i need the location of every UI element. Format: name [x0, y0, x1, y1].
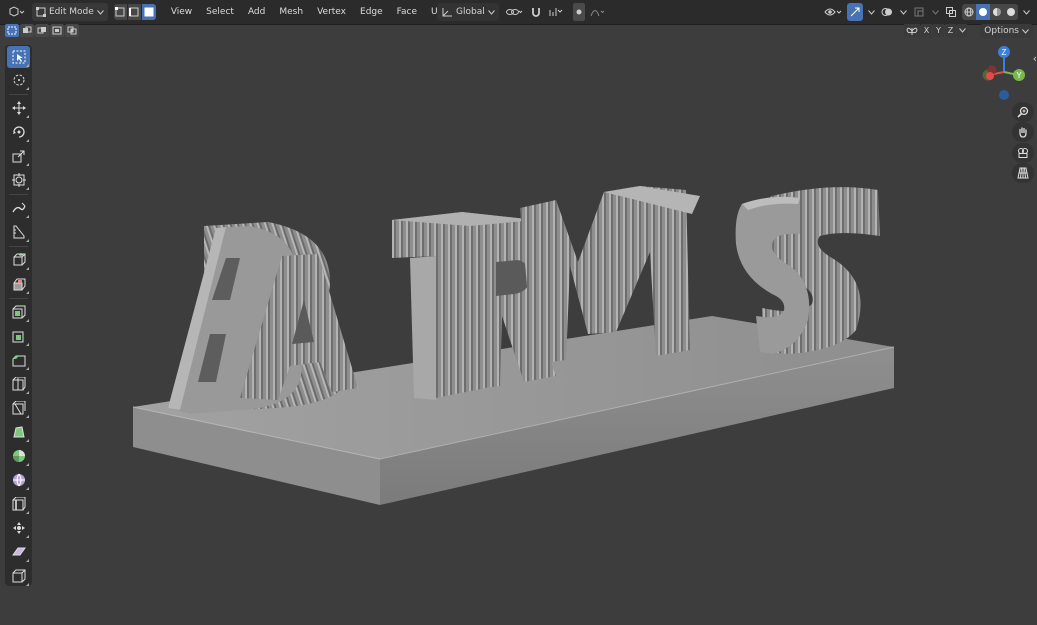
viewport-scene: [132, 186, 895, 505]
bevel-edge-icon: [12, 355, 25, 367]
edge-slide-tool[interactable]: [7, 493, 30, 515]
bevel-icon: [12, 331, 23, 343]
move-arrows-icon: [11, 101, 26, 115]
navigation-gizmo[interactable]: Z Y: [978, 44, 1034, 104]
ruler-icon: [13, 225, 24, 239]
gizmo-z-label: Z: [1002, 48, 1007, 57]
poly-build-tool[interactable]: [7, 421, 30, 443]
bevel-tool[interactable]: [7, 325, 30, 347]
hand-icon: [1019, 127, 1027, 138]
smooth-tool[interactable]: [7, 469, 30, 491]
pan-button[interactable]: [1012, 122, 1034, 142]
shrink-fatten-icon: [12, 522, 25, 534]
zoom-magnifier-icon: [1017, 106, 1029, 118]
gizmo-x-axis: [986, 72, 994, 80]
rotate-icon: [12, 126, 25, 138]
extrude-icon: [13, 278, 25, 291]
3d-cursor-icon: [13, 74, 24, 86]
rip-region-icon: [12, 569, 25, 583]
camera-view-button[interactable]: [1012, 143, 1034, 163]
spin-tool[interactable]: [7, 445, 30, 467]
transform-tool[interactable]: [7, 169, 30, 191]
cursor-select-icon: [12, 50, 25, 64]
shrink-fatten-tool[interactable]: [7, 517, 30, 539]
add-cube-tool[interactable]: [7, 249, 30, 271]
inset-faces-tool[interactable]: [7, 301, 30, 323]
tool-shelf: [5, 45, 32, 586]
measure-tool[interactable]: [7, 221, 30, 243]
move-tool[interactable]: [7, 97, 30, 119]
toolbar-separator: [9, 298, 28, 299]
scale-icon: [12, 150, 24, 163]
grid-icon: [1017, 167, 1029, 179]
annotate-tool[interactable]: [7, 197, 30, 219]
zoom-button[interactable]: [1012, 102, 1034, 122]
select-box-tool[interactable]: [7, 46, 30, 68]
knife-tool[interactable]: [7, 397, 30, 419]
perspective-toggle-button[interactable]: [1012, 163, 1034, 183]
smooth-sphere-icon: [12, 473, 25, 487]
spin-icon: [12, 450, 25, 462]
inset-icon: [12, 305, 25, 319]
loop-cut-slide-tool[interactable]: [7, 373, 30, 395]
toolbar-separator: [9, 94, 28, 95]
gizmo-neg-z-axis: [999, 90, 1009, 100]
knife-icon: [12, 401, 25, 415]
poly-build-icon: [12, 426, 25, 438]
edge-slide-icon: [12, 497, 25, 511]
rotate-tool[interactable]: [7, 121, 30, 143]
add-cube-icon: [13, 253, 25, 266]
gizmo-y-label: Y: [1016, 71, 1022, 80]
rip-region-tool[interactable]: [7, 565, 30, 587]
annotate-pen-icon: [11, 202, 26, 213]
shear-icon: [11, 547, 26, 556]
sidebar-toggle-arrow[interactable]: ‹: [1033, 52, 1037, 65]
transform-icon: [11, 173, 26, 187]
camera-icon: [1018, 148, 1028, 158]
toolbar-separator: [9, 194, 28, 195]
loop-cut-icon: [12, 377, 25, 391]
cursor-tool[interactable]: [7, 69, 30, 91]
loop-cut-tool[interactable]: [7, 349, 30, 371]
shear-tool[interactable]: [7, 541, 30, 563]
scale-tool[interactable]: [7, 145, 30, 167]
extrude-region-tool[interactable]: [7, 273, 30, 295]
toolbar-separator: [9, 246, 28, 247]
